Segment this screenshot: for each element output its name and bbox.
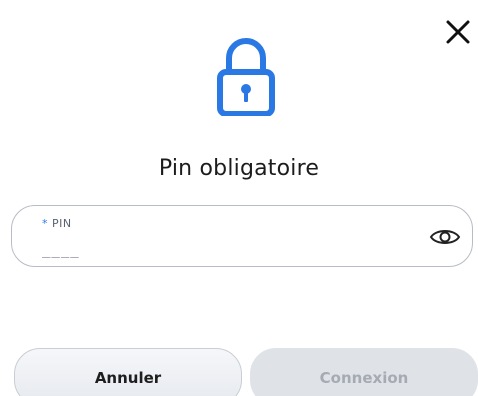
pin-label: * PIN	[42, 217, 72, 230]
pin-dialog: Pin obligatoire * PIN Annuler Connexion	[0, 0, 478, 396]
pin-field: * PIN	[11, 205, 473, 267]
show-pin-toggle[interactable]	[428, 224, 462, 250]
close-icon	[446, 20, 470, 44]
dialog-title: Pin obligatoire	[158, 156, 320, 181]
close-button[interactable]	[442, 16, 474, 48]
pin-label-text: PIN	[52, 217, 72, 230]
required-marker: *	[42, 217, 48, 230]
lock-icon	[217, 36, 275, 117]
connect-button[interactable]: Connexion	[250, 348, 478, 396]
cancel-button[interactable]: Annuler	[14, 348, 242, 396]
pin-input[interactable]	[42, 239, 402, 261]
eye-icon	[429, 230, 461, 244]
